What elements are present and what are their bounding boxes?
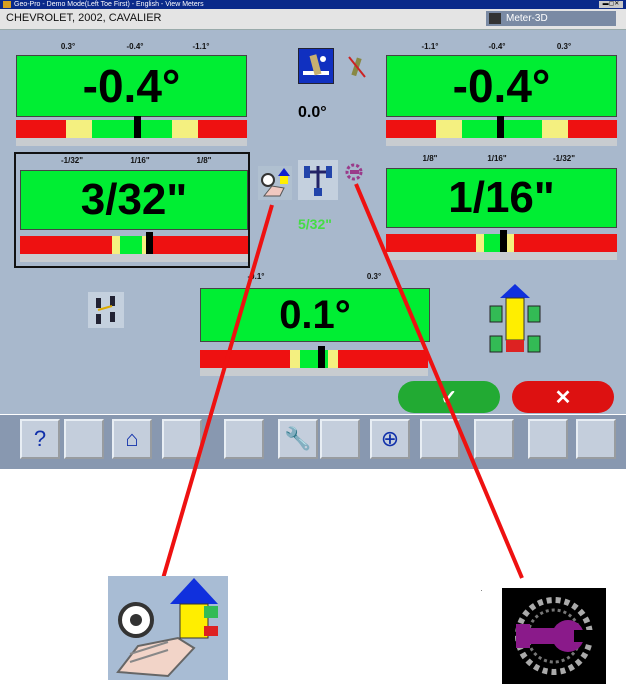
adjust-hands-icon[interactable]: [258, 166, 292, 200]
toolbar-blank-tool-button[interactable]: [320, 419, 360, 459]
caster-adjust-icon[interactable]: [298, 48, 334, 84]
right-camber-meter: -1.1° -0.4° 0.3° -0.4°: [380, 40, 622, 152]
cross-camber-value: 0.0°: [298, 104, 327, 121]
thrust-bar: [200, 346, 428, 372]
tick-label: 1/8": [422, 154, 438, 163]
total-toe-value: 5/32": [298, 216, 332, 232]
toolbar-report-button[interactable]: [474, 419, 514, 459]
sai-icon: [346, 54, 368, 80]
wrench-icon: 🔧: [284, 426, 312, 451]
vehicle-name: CHEVROLET, 2002, CAVALIER: [6, 12, 162, 24]
tick-label: -1.1°: [421, 42, 439, 51]
toolbar-exit-button[interactable]: [576, 419, 616, 459]
vehicle-direction-icon: [488, 282, 542, 358]
left-camber-bar: [16, 116, 247, 142]
zoom-icon: ⊕: [380, 426, 400, 451]
left-camber-meter: 0.3° -0.4° -1.1° -0.4°: [10, 40, 252, 152]
tick-label: -1.1°: [192, 42, 210, 51]
stray-dot: [481, 590, 482, 591]
tick-label: 0.3°: [60, 42, 76, 51]
alignment-screen: Geo-Pro - Demo Mode(Left Toe First) - En…: [0, 0, 626, 469]
right-toe-value: 1/16": [386, 168, 617, 228]
toolbar-wrench-button[interactable]: 🔧: [278, 419, 318, 459]
tick-label: -1/32": [60, 156, 84, 165]
tick-label: -1/32": [552, 154, 576, 163]
toolbar-spec-button[interactable]: [224, 419, 264, 459]
meter-mode-icon: [489, 13, 501, 24]
vehicle-bar: CHEVROLET, 2002, CAVALIER Meter-3D: [0, 9, 626, 30]
toolbar-help-button[interactable]: ?: [20, 419, 60, 459]
right-toe-bar: [386, 230, 617, 256]
left-toe-bar: [20, 232, 248, 258]
toolbar-gauge-button[interactable]: [420, 419, 460, 459]
toolbar-printer-button[interactable]: [162, 419, 202, 459]
window-controls[interactable]: ▬▢✕: [599, 1, 623, 8]
axle-offset-icon: [88, 292, 124, 328]
toolbar-zoom-button[interactable]: ⊕: [370, 419, 410, 459]
left-toe-meter[interactable]: -1/32" 1/16" 1/8" 3/32": [14, 152, 250, 268]
left-camber-value: -0.4°: [16, 55, 247, 117]
toolbar-keyboard-button[interactable]: [64, 419, 104, 459]
tick-label: 0.3°: [556, 42, 572, 51]
thrust-angle-meter: -0.1° 0.3° 0.1°: [196, 270, 434, 384]
total-toe-icon: [298, 160, 338, 200]
tick-label: -0.4°: [488, 42, 506, 51]
tick-label: -0.1°: [247, 272, 265, 281]
right-camber-value: -0.4°: [386, 55, 617, 117]
left-camber-ticks: 0.3° -0.4° -1.1°: [10, 40, 252, 54]
ok-button[interactable]: ✓: [398, 381, 500, 413]
toolbar-chart-button[interactable]: [528, 419, 568, 459]
view-mode-selector[interactable]: Meter-3D: [486, 11, 616, 26]
window-title: Geo-Pro - Demo Mode(Left Toe First) - En…: [14, 1, 204, 8]
zoomed-settings-gear-icon: [502, 588, 606, 684]
thrust-ticks: -0.1° 0.3°: [196, 270, 434, 284]
app-icon: [3, 1, 11, 8]
home-icon: ⌂: [125, 426, 139, 451]
cancel-button[interactable]: ✕: [512, 381, 614, 413]
toolbar-home-button[interactable]: ⌂: [112, 419, 152, 459]
left-toe-value: 3/32": [20, 170, 248, 230]
tick-label: 1/16": [130, 156, 150, 165]
tick-label: 0.3°: [366, 272, 382, 281]
zoomed-adjust-hands-icon: [108, 576, 228, 680]
right-camber-ticks: -1.1° -0.4° 0.3°: [380, 40, 622, 54]
help-icon: ?: [33, 426, 47, 451]
view-mode-label: Meter-3D: [506, 13, 548, 24]
tick-label: 1/8": [196, 156, 212, 165]
tick-label: -0.4°: [126, 42, 144, 51]
right-toe-ticks: 1/8" 1/16" -1/32": [380, 152, 622, 166]
right-toe-meter: 1/8" 1/16" -1/32" 1/16": [380, 152, 622, 268]
left-toe-ticks: -1/32" 1/16" 1/8": [16, 154, 248, 168]
right-camber-bar: [386, 116, 617, 142]
thrust-value: 0.1°: [200, 288, 430, 342]
settings-gear-icon[interactable]: [344, 162, 364, 182]
window-titlebar: Geo-Pro - Demo Mode(Left Toe First) - En…: [0, 0, 626, 9]
tick-label: 1/16": [487, 154, 507, 163]
